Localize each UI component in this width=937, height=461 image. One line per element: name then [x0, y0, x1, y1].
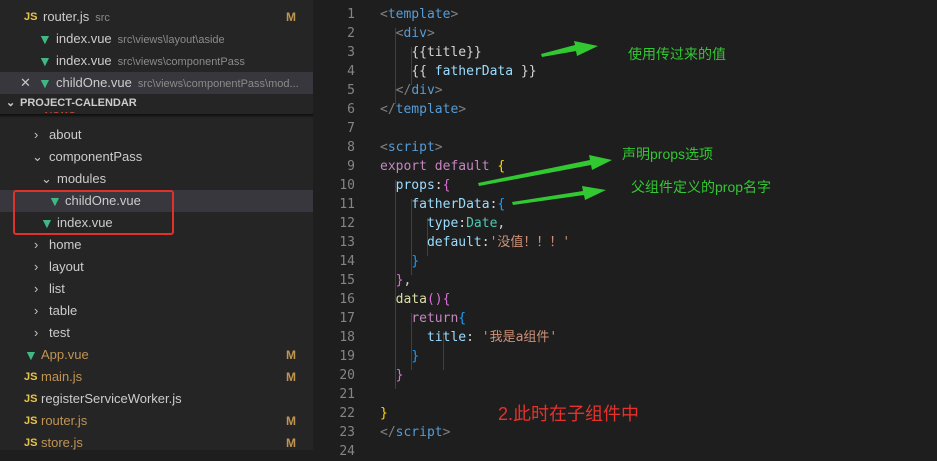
- code-line: <script>: [380, 140, 443, 155]
- file-path: src: [95, 12, 110, 24]
- file-name: index.vue: [56, 31, 112, 46]
- code-line: </div>: [395, 83, 443, 98]
- vue-file-icon: ▼: [38, 75, 52, 91]
- js-file-icon: JS: [24, 415, 38, 427]
- file-label: store.js: [41, 435, 83, 450]
- folder-label: home: [49, 237, 82, 252]
- js-file-icon: JS: [24, 371, 38, 383]
- folder-label: list: [49, 281, 65, 296]
- file-path: src\views\componentPass\mod...: [137, 78, 299, 90]
- js-file-icon: JS: [24, 437, 38, 449]
- file-path: src\views\layout\aside: [117, 34, 225, 46]
- vue-file-icon: ▼: [24, 347, 38, 363]
- code-line: },: [395, 273, 412, 288]
- vue-file-icon: ▼: [38, 53, 52, 69]
- open-editor-componentpass-index-vue[interactable]: ▼ index.vue src\views\componentPass: [0, 50, 313, 72]
- tree-folder-modules[interactable]: ⌄ modules: [0, 168, 313, 190]
- code-line: fatherData:{: [411, 197, 506, 212]
- open-editor-router-js[interactable]: JS router.js src M: [0, 6, 313, 28]
- code-line: return{: [411, 311, 467, 326]
- annotation-declare-props: 声明props选项: [622, 146, 714, 162]
- js-file-icon: JS: [24, 393, 38, 405]
- tree-folder-table[interactable]: › table: [0, 300, 313, 322]
- tree-folder-layout[interactable]: › layout: [0, 256, 313, 278]
- annotation-use-passed-value: 使用传过来的值: [628, 46, 726, 62]
- chevron-right-icon: ›: [34, 237, 39, 252]
- vue-file-icon: ▼: [38, 31, 52, 47]
- file-path: src\views\componentPass: [117, 56, 245, 68]
- code-line: <template>: [380, 7, 459, 22]
- line-numbers: 1 2 3 4 5 6 7 8 9 10 11 12 13 14 15 16 17 18 19 20 21 22 23 24: [339, 7, 355, 459]
- tree-folder-componentpass[interactable]: ⌄ componentPass: [0, 146, 313, 168]
- project-title: PROJECT-CALENDAR: [20, 97, 137, 109]
- code-line: }: [411, 349, 420, 364]
- tree-file-app-vue[interactable]: ▼ App.vue M: [0, 344, 313, 366]
- folder-label: table: [49, 303, 78, 318]
- modified-badge: M: [286, 370, 296, 384]
- folder-label: componentPass: [49, 149, 143, 164]
- folder-label: about: [49, 127, 82, 142]
- chevron-right-icon: ›: [34, 127, 39, 142]
- file-label: router.js: [41, 413, 88, 428]
- chevron-right-icon: ›: [34, 281, 39, 296]
- file-label: main.js: [41, 369, 83, 384]
- tree-item-views[interactable]: views: [0, 112, 313, 118]
- close-icon[interactable]: ✕: [20, 72, 31, 94]
- annotation-in-child-component: 2.此时在子组件中: [498, 404, 640, 424]
- code-line: default:'没值！！！': [426, 235, 571, 250]
- modified-badge: M: [286, 436, 296, 450]
- modified-badge: M: [286, 348, 296, 362]
- modified-badge: M: [286, 414, 296, 428]
- code-line: }: [395, 368, 404, 383]
- code-line: {{ fatherData }}: [411, 64, 537, 79]
- highlight-box: [13, 190, 174, 235]
- js-file-icon: JS: [24, 11, 38, 23]
- folder-label: modules: [57, 171, 107, 186]
- project-section-header[interactable]: ⌄ PROJECT-CALENDAR: [0, 92, 313, 114]
- tree-file-store-js[interactable]: JS store.js M: [0, 432, 313, 450]
- tree-file-main-js[interactable]: JS main.js M: [0, 366, 313, 388]
- file-name: router.js: [43, 9, 90, 24]
- code-editor[interactable]: 1 2 3 4 5 6 7 8 9 10 11 12 13 14 15 16 17 18 19 20 21 22 23 24 …: [313, 0, 937, 459]
- file-name: childOne.vue: [56, 75, 132, 90]
- tree-file-registerserviceworker-js[interactable]: JS registerServiceWorker.js: [0, 388, 313, 410]
- open-editor-childone-vue[interactable]: ✕ ▼ childOne.vue src\views\componentPass\…: [0, 72, 313, 94]
- code-line: props:{: [395, 178, 451, 193]
- chevron-right-icon: ›: [34, 325, 39, 340]
- chevron-down-icon: ⌄: [32, 149, 43, 164]
- folder-label: layout: [49, 259, 84, 274]
- tree-file-router-js[interactable]: JS router.js M: [0, 410, 313, 432]
- explorer-sidebar: JS router.js src M ▼ index.vue src\views\l…: [0, 0, 313, 450]
- code-line: export default {: [380, 159, 506, 174]
- open-editor-aside-index-vue[interactable]: ▼ index.vue src\views\layout\aside: [0, 28, 313, 50]
- folder-label: test: [49, 325, 70, 340]
- annotation-parent-prop-name: 父组件定义的prop名字: [631, 179, 772, 195]
- chevron-right-icon: ›: [34, 259, 39, 274]
- code-line: <div>: [395, 26, 435, 41]
- file-label: App.vue: [41, 347, 89, 362]
- tree-folder-home[interactable]: › home: [0, 234, 313, 256]
- code-line: type:Date,: [426, 216, 506, 231]
- code-line: {{title}}: [411, 45, 482, 60]
- tree-folder-about[interactable]: › about: [0, 124, 313, 146]
- file-label: registerServiceWorker.js: [41, 391, 182, 406]
- chevron-down-icon: ⌄: [41, 171, 52, 186]
- chevron-right-icon: ›: [34, 303, 39, 318]
- code-line: data(){: [395, 292, 451, 307]
- chevron-down-icon: ⌄: [6, 97, 16, 109]
- tree-folder-list[interactable]: › list: [0, 278, 313, 300]
- code-line: }: [411, 254, 420, 269]
- code-content[interactable]: <template> <div> {{title}} {{ fatherData…: [380, 5, 570, 461]
- modified-badge: M: [286, 10, 296, 24]
- file-name: index.vue: [56, 53, 112, 68]
- code-line: </template>: [380, 102, 467, 117]
- code-line: title: '我是a组件': [426, 330, 558, 345]
- tree-folder-test[interactable]: › test: [0, 322, 313, 344]
